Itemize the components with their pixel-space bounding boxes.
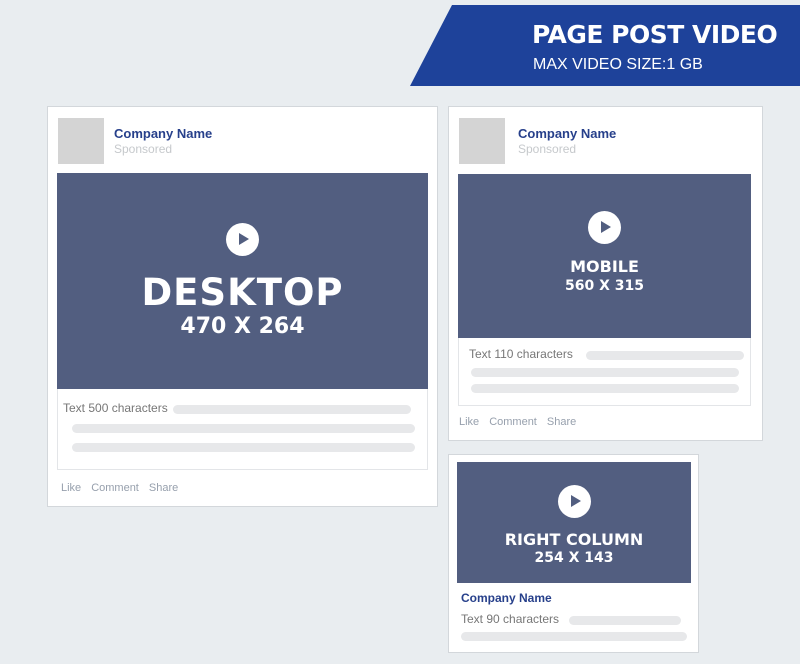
post-text-box: Text 110 characters xyxy=(458,338,751,406)
text-placeholder-bar xyxy=(72,424,415,433)
play-icon[interactable] xyxy=(226,223,259,256)
media-title: DESKTOP xyxy=(141,271,344,314)
avatar[interactable] xyxy=(58,118,104,164)
text-limit-label: Text 500 characters xyxy=(63,401,168,415)
post-actions: Like Comment Share xyxy=(61,482,178,494)
text-placeholder-bar xyxy=(569,616,681,625)
like-link[interactable]: Like xyxy=(61,482,81,494)
company-name-link[interactable]: Company Name xyxy=(114,126,212,141)
page-subtitle: MAX VIDEO SIZE:1 GB xyxy=(533,56,703,73)
desktop-video-placeholder[interactable]: DESKTOP 470 X 264 xyxy=(57,173,428,389)
text-placeholder-bar xyxy=(72,443,415,452)
post-text-box: Text 500 characters xyxy=(57,389,428,470)
media-size: 470 X 264 xyxy=(180,314,305,339)
right-column-ad-card: RIGHT COLUMN 254 X 143 Company Name Text… xyxy=(448,454,699,653)
play-icon[interactable] xyxy=(588,211,621,244)
comment-link[interactable]: Comment xyxy=(489,416,537,428)
share-link[interactable]: Share xyxy=(149,482,178,494)
text-placeholder-bar xyxy=(461,632,687,641)
media-title: MOBILE xyxy=(570,257,639,276)
text-placeholder-bar xyxy=(471,384,739,393)
avatar[interactable] xyxy=(459,118,505,164)
mobile-post-card: Company Name Sponsored MOBILE 560 X 315 … xyxy=(448,106,763,441)
sponsored-label: Sponsored xyxy=(114,142,173,156)
share-link[interactable]: Share xyxy=(547,416,576,428)
company-name-link[interactable]: Company Name xyxy=(461,591,552,605)
text-limit-label: Text 110 characters xyxy=(469,347,573,361)
comment-link[interactable]: Comment xyxy=(91,482,139,494)
page-title: PAGE POST VIDEO xyxy=(532,20,778,49)
right-column-video-placeholder[interactable]: RIGHT COLUMN 254 X 143 xyxy=(457,462,691,583)
media-size: 560 X 315 xyxy=(565,278,644,294)
company-name-link[interactable]: Company Name xyxy=(518,126,616,141)
text-limit-label: Text 90 characters xyxy=(461,612,560,626)
mobile-video-placeholder[interactable]: MOBILE 560 X 315 xyxy=(458,174,751,338)
play-icon[interactable] xyxy=(557,485,591,518)
header-banner: PAGE POST VIDEO MAX VIDEO SIZE:1 GB xyxy=(410,5,800,86)
text-placeholder-bar xyxy=(586,351,744,360)
post-actions: Like Comment Share xyxy=(459,416,576,428)
text-placeholder-bar xyxy=(173,405,411,414)
media-size: 254 X 143 xyxy=(534,550,614,566)
text-placeholder-bar xyxy=(471,368,739,377)
like-link[interactable]: Like xyxy=(459,416,479,428)
desktop-post-card: Company Name Sponsored DESKTOP 470 X 264… xyxy=(47,106,438,507)
sponsored-label: Sponsored xyxy=(518,142,577,156)
media-title: RIGHT COLUMN xyxy=(504,530,644,549)
